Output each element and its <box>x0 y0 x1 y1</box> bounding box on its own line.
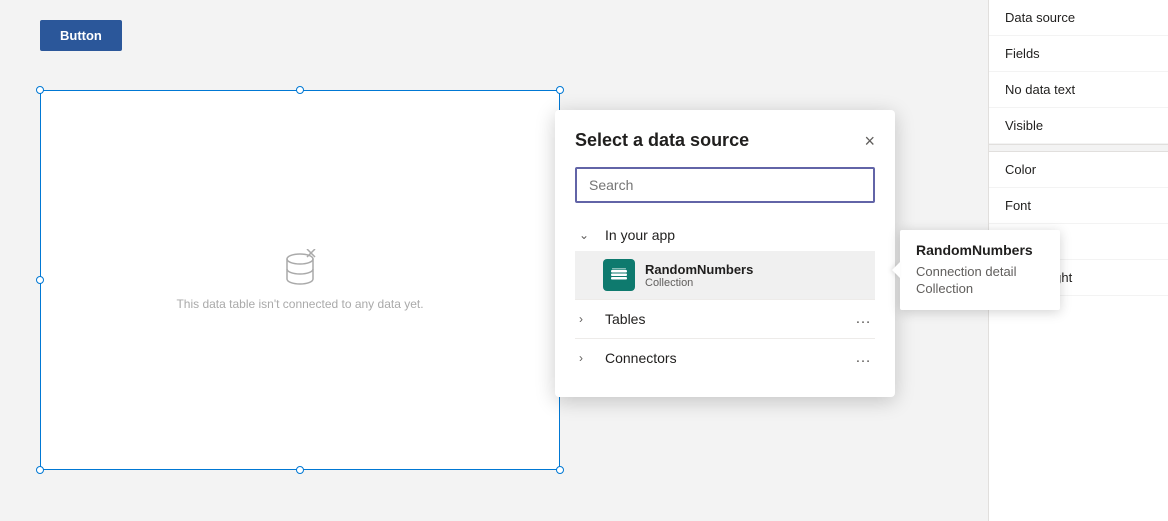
collection-icon <box>603 259 635 291</box>
handle-middle-left[interactable] <box>36 276 44 284</box>
item-details: RandomNumbers Collection <box>645 262 871 289</box>
data-table-frame: This data table isn't connected to any d… <box>40 90 560 470</box>
data-source-dialog: Select a data source × ⌄ In your app Ran… <box>555 110 895 397</box>
in-your-app-section-header[interactable]: ⌄ In your app <box>575 219 875 251</box>
tooltip-popup: RandomNumbers Connection detail Collecti… <box>900 230 1060 310</box>
item-name: RandomNumbers <box>645 262 871 277</box>
panel-item-visible[interactable]: Visible <box>989 108 1168 144</box>
tooltip-type: Collection <box>916 281 1044 296</box>
handle-bottom-center[interactable] <box>296 466 304 474</box>
handle-bottom-right[interactable] <box>556 466 564 474</box>
panel-item-data-source[interactable]: Data source <box>989 0 1168 36</box>
tooltip-connection-detail: Connection detail <box>916 264 1044 279</box>
tooltip-title: RandomNumbers <box>916 242 1044 258</box>
dialog-title: Select a data source <box>575 130 749 151</box>
dialog-header: Select a data source × <box>575 130 875 151</box>
tables-label: Tables <box>605 311 645 327</box>
chevron-down-icon: ⌄ <box>579 228 595 242</box>
handle-top-center[interactable] <box>296 86 304 94</box>
handle-bottom-left[interactable] <box>36 466 44 474</box>
random-numbers-item[interactable]: RandomNumbers Collection <box>575 251 875 299</box>
handle-top-right[interactable] <box>556 86 564 94</box>
panel-item-no-data-text[interactable]: No data text <box>989 72 1168 108</box>
database-icon <box>280 249 320 289</box>
handle-top-left[interactable] <box>36 86 44 94</box>
canvas-area: Button This data table isn't connected t… <box>0 0 988 521</box>
panel-item-font[interactable]: Font <box>989 188 1168 224</box>
tooltip-arrow <box>892 262 900 278</box>
data-table-content: This data table isn't connected to any d… <box>41 91 559 469</box>
tables-section-header[interactable]: › Tables … <box>575 299 875 338</box>
collection-svg-icon <box>610 266 628 284</box>
connectors-more-button[interactable]: … <box>855 349 871 367</box>
chevron-right-icon-connectors: › <box>579 351 595 365</box>
search-input[interactable] <box>575 167 875 203</box>
tables-more-button[interactable]: … <box>855 310 871 328</box>
dialog-close-button[interactable]: × <box>864 132 875 150</box>
panel-item-color[interactable]: Color <box>989 152 1168 188</box>
button-widget[interactable]: Button <box>40 20 122 51</box>
panel-divider <box>989 144 1168 152</box>
no-data-label: This data table isn't connected to any d… <box>176 297 423 311</box>
item-subtitle: Collection <box>645 277 871 289</box>
panel-item-fields[interactable]: Fields <box>989 36 1168 72</box>
connectors-section-header[interactable]: › Connectors … <box>575 338 875 377</box>
connectors-label: Connectors <box>605 350 677 366</box>
chevron-right-icon-tables: › <box>579 312 595 326</box>
in-your-app-label: In your app <box>605 227 675 243</box>
